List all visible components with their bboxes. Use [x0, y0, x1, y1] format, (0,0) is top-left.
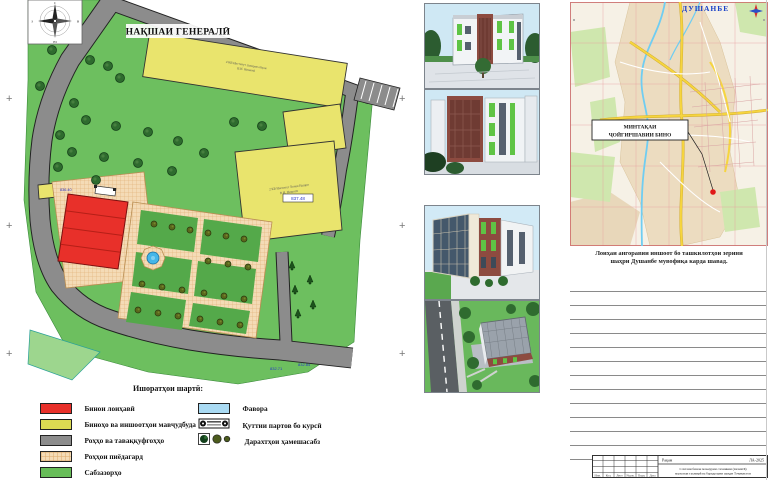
compass-rose-icon: С Ю З В — [28, 0, 82, 44]
title-block: Изм. Кол. Лист №док. Подп. Дата Рақам ЛА… — [592, 455, 768, 478]
building-rendering-front — [424, 3, 540, 89]
signature-line — [570, 278, 767, 292]
svg-text:832.84: 832.84 — [298, 362, 311, 367]
signature-line — [570, 348, 767, 362]
legend-item: Фавора — [198, 400, 268, 412]
sheet-edge — [766, 0, 767, 480]
svg-text:Кол.: Кол. — [606, 474, 612, 478]
building-rendering-aerial — [424, 300, 540, 393]
svg-text:З: З — [31, 20, 33, 24]
svg-text:№док.: №док. — [626, 474, 634, 478]
svg-text:МИНТАҚАИ: МИНТАҚАИ — [624, 125, 657, 131]
plan-title: НАҚШАИ ГЕНЕРАЛӢ — [126, 27, 231, 38]
fountain — [141, 246, 165, 270]
building-rendering-closeup — [424, 89, 540, 175]
legend-item: Сабзазорҳо — [40, 464, 122, 476]
drawing-sheet: 4 КВ Институт Захираи обҳои В.И. Нишотӣ … — [0, 0, 770, 480]
signature-line — [570, 362, 767, 376]
site-plan: 4 КВ Институт Захираи обҳои В.И. Нишотӣ … — [8, 0, 408, 385]
registration-mark: + — [399, 221, 405, 232]
registration-mark: + — [6, 349, 12, 360]
svg-text:ҶОЙГИРШАВИИ БИНО: ҶОЙГИРШАВИИ БИНО — [609, 131, 672, 139]
signature-line — [570, 292, 767, 306]
title-block-desc2: корхонаи таъмирӣ ва барқарории шаҳри Тоҷ… — [675, 472, 751, 476]
title-block-desc1: Сохтани бинои маъмурию техникии (хизматӣ… — [679, 467, 746, 471]
legend-swatch-existing-buildings — [40, 419, 72, 430]
legend-title: Ишоратҳои шартӣ: — [83, 384, 253, 393]
legend-item: Қуттии партов бо курсӣ — [198, 416, 322, 428]
map-callout: МИНТАҚАИ ҶОЙГИРШАВИИ БИНО — [592, 120, 688, 140]
title-block-left-label: Рақам — [662, 457, 673, 462]
signature-line — [570, 432, 767, 446]
signature-line — [570, 390, 767, 404]
approval-note: Лоиҳаи ангоравии иншоот бо ташкилотҳои з… — [570, 250, 768, 266]
signature-line — [570, 334, 767, 348]
svg-text:Изм.: Изм. — [595, 474, 601, 478]
legend-swatch-roads — [40, 435, 72, 446]
map-location-marker — [710, 189, 716, 195]
approval-note-line1: Лоиҳаи ангоравии иншоот бо ташкилотҳои з… — [570, 250, 768, 258]
city-map: ДУШАНБЕ МИНТАҚАИ ҶОЙГИРШАВИИ БИНО — [570, 2, 768, 246]
svg-text:Дата: Дата — [650, 474, 657, 478]
legend-item: Дарахтҳои ҳамешасабз — [198, 432, 320, 444]
svg-text:Подп.: Подп. — [638, 474, 646, 478]
registration-mark: + — [399, 349, 405, 360]
legend: Ишоратҳои шартӣ: Бинои лоиҳавӣ Биноҳо ва… — [30, 384, 390, 480]
registration-mark: + — [399, 94, 405, 105]
building-rendering-side — [424, 205, 540, 300]
legend-swatch-pedestrian — [40, 451, 72, 462]
signature-lines — [570, 278, 767, 460]
signature-line — [570, 404, 767, 418]
signature-line — [570, 376, 767, 390]
legend-swatch-fountain — [198, 403, 230, 414]
svg-text:Лист: Лист — [616, 474, 623, 478]
trees-icon — [198, 432, 232, 450]
svg-text:Ю: Ю — [53, 40, 57, 44]
title-block-code: ЛА-2025 — [749, 457, 764, 462]
svg-text:836.40: 836.40 — [60, 188, 72, 192]
legend-item: Роҳҳои пиёдагард — [40, 448, 143, 460]
legend-item: Биноҳо ва иншоотҳои мавҷудбуда — [40, 416, 196, 428]
registration-mark: + — [6, 94, 12, 105]
svg-text:837.48: 837.48 — [291, 196, 305, 201]
approval-note-line2: шаҳри Душанбе мувофиқа карда шавад. — [570, 258, 768, 266]
signature-line — [570, 418, 767, 432]
legend-item: Бинои лоиҳавӣ — [40, 400, 135, 412]
registration-mark: + — [6, 221, 12, 232]
legend-swatch-project-building — [40, 403, 72, 414]
signature-line — [570, 306, 767, 320]
map-city-label: ДУШАНБЕ — [682, 4, 729, 13]
legend-swatch-grass — [40, 467, 72, 478]
legend-item: Роҳҳо ва таваққуфгоҳҳо — [40, 432, 164, 444]
svg-text:832.71: 832.71 — [270, 366, 283, 371]
signature-line — [570, 320, 767, 334]
